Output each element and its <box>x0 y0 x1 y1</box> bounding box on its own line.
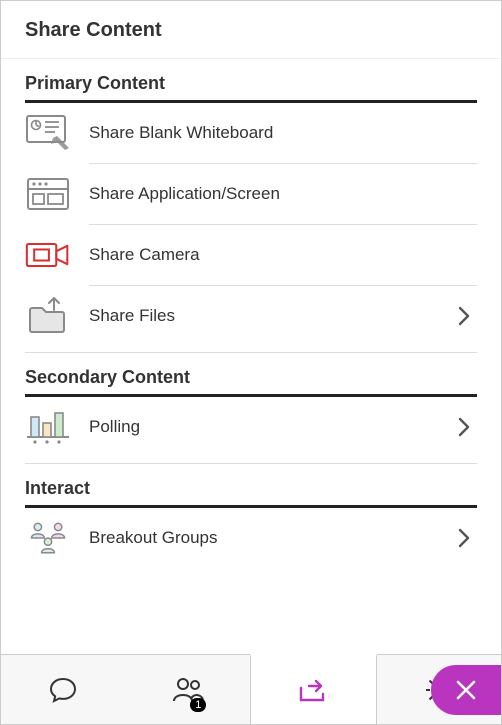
share-content-panel: Share Content Primary Content <box>0 0 502 725</box>
section-interact: Interact <box>1 464 501 568</box>
application-icon <box>25 176 71 212</box>
panel-header: Share Content <box>1 1 501 58</box>
close-icon <box>454 678 478 702</box>
item-label: Polling <box>89 417 439 437</box>
chevron-right-icon <box>457 416 477 438</box>
section-secondary: Secondary Content Pol <box>1 353 501 464</box>
chevron-right-icon <box>457 527 477 549</box>
section-primary-title: Primary Content <box>25 73 477 103</box>
panel-content: Primary Content <box>1 58 501 654</box>
camera-icon <box>25 237 71 273</box>
interact-list: Breakout Groups <box>25 508 477 568</box>
item-label: Share Blank Whiteboard <box>89 123 477 143</box>
item-share-files[interactable]: Share Files <box>25 286 477 346</box>
item-breakout-groups[interactable]: Breakout Groups <box>25 508 477 568</box>
item-share-camera[interactable]: Share Camera <box>25 225 477 285</box>
primary-list: Share Blank Whiteboard <box>25 103 477 346</box>
tab-chat[interactable] <box>1 655 126 724</box>
item-label: Share Camera <box>89 245 477 265</box>
chevron-right-icon <box>457 305 477 327</box>
files-icon <box>25 298 71 334</box>
bottom-bar: 1 <box>1 654 501 724</box>
item-share-application[interactable]: Share Application/Screen <box>25 164 477 224</box>
item-label: Share Application/Screen <box>89 184 477 204</box>
secondary-list: Polling <box>25 397 477 457</box>
item-label: Breakout Groups <box>89 528 439 548</box>
item-share-whiteboard[interactable]: Share Blank Whiteboard <box>25 103 477 163</box>
breakout-groups-icon <box>25 520 71 556</box>
tab-attendees[interactable]: 1 <box>126 655 251 724</box>
section-secondary-title: Secondary Content <box>25 367 477 397</box>
item-polling[interactable]: Polling <box>25 397 477 457</box>
whiteboard-icon <box>25 115 71 151</box>
section-interact-title: Interact <box>25 478 477 508</box>
panel-title: Share Content <box>25 19 162 41</box>
share-icon <box>297 676 329 704</box>
close-panel-button[interactable] <box>431 665 501 715</box>
item-label: Share Files <box>89 306 439 326</box>
attendee-count-badge: 1 <box>190 698 206 712</box>
polling-icon <box>25 409 71 445</box>
tab-share-content[interactable] <box>250 654 377 724</box>
chat-icon <box>47 674 79 706</box>
section-primary: Primary Content <box>1 59 501 353</box>
